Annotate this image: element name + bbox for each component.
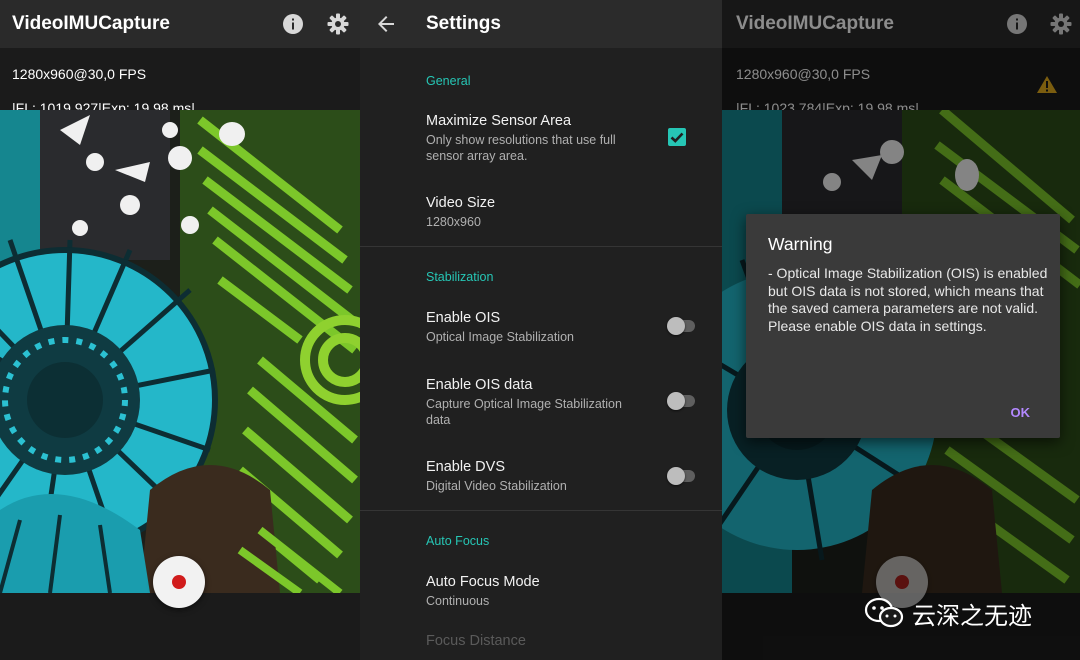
record-button[interactable] [153,556,205,608]
video-size-summary: 1280x960 [426,215,481,229]
auto-focus-mode-summary: Continuous [426,594,490,608]
watermark-text: 云深之无迹 [912,601,1032,630]
camera-screen-right: VideoIMUCapture 1280x960@30,0 FPS |FL: 1… [722,0,1080,660]
resolution-info: 1280x960@30,0 FPS [12,66,147,82]
watermark: 云深之无迹 [864,595,1032,631]
wechat-icon [864,597,904,628]
enable-dvs-title[interactable]: Enable DVS [426,459,505,475]
enable-ois-data-title[interactable]: Enable OIS data [426,377,532,393]
camera-preview [0,110,360,593]
section-stabilization: Stabilization [426,270,494,284]
auto-focus-mode-title[interactable]: Auto Focus Mode [426,574,540,590]
enable-ois-title[interactable]: Enable OIS [426,310,500,326]
ok-button[interactable]: OK [1011,405,1031,420]
focus-distance-title: Focus Distance [426,633,526,649]
maximize-sensor-summary: Only show resolutions that use full sens… [426,133,616,163]
settings-title: Settings [426,13,501,34]
settings-screen: Settings General Maximize Sensor Area On… [360,0,722,660]
app-bar: VideoIMUCapture [0,0,360,48]
enable-dvs-summary: Digital Video Stabilization [426,479,567,493]
camera-screen-left: VideoIMUCapture 1280x960@30,0 FPS |FL: 1… [0,0,360,660]
record-icon [172,575,186,589]
arrow-left-icon[interactable] [374,12,398,36]
gear-icon[interactable] [326,12,350,36]
enable-ois-data-switch[interactable] [667,391,697,411]
enable-dvs-switch[interactable] [667,466,697,486]
dialog-message: - Optical Image Stabilization (OIS) is e… [768,265,1048,334]
maximize-sensor-title[interactable]: Maximize Sensor Area [426,113,571,129]
dialog-title: Warning [768,234,833,254]
section-auto-focus: Auto Focus [426,534,490,548]
maximize-sensor-checkbox[interactable] [668,128,686,146]
video-size-title[interactable]: Video Size [426,195,495,211]
divider [360,246,722,247]
app-title: VideoIMUCapture [12,13,171,34]
section-general: General [426,74,471,88]
info-icon[interactable] [281,12,305,36]
enable-ois-switch[interactable] [667,316,697,336]
warning-dialog: Warning - Optical Image Stabilization (O… [746,214,1060,438]
settings-app-bar: Settings [360,0,722,48]
enable-ois-data-summary: Capture Optical Image Stabilization data [426,397,622,427]
enable-ois-summary: Optical Image Stabilization [426,330,574,344]
divider [360,510,722,511]
